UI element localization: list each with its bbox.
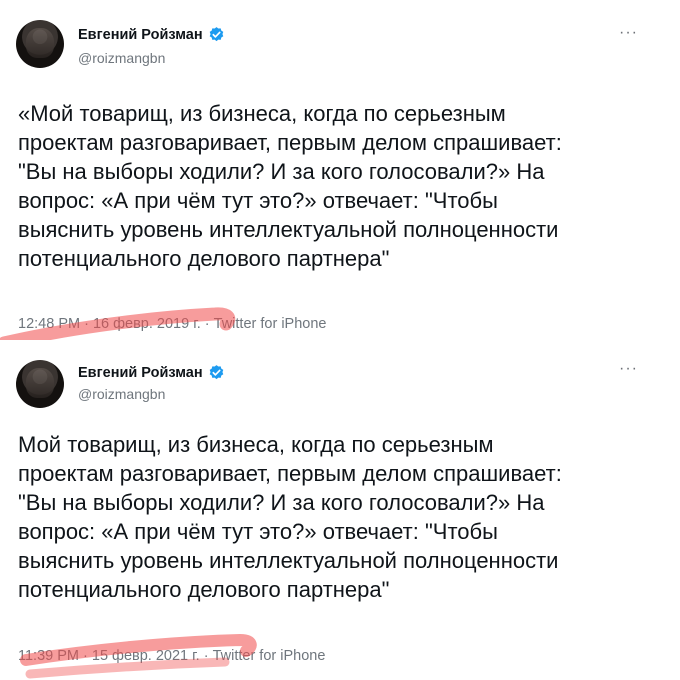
tweet-text-line: проектам разговаривает, первым делом спр… [18, 130, 562, 155]
author-name[interactable]: Евгений Ройзман [78, 27, 203, 43]
tweet-text-line: «Мой товарищ, из бизнеса, когда по серье… [18, 101, 506, 126]
tweet-timestamp[interactable]: 12:48 PM · 16 февр. 2019 г. · Twitter fo… [18, 316, 326, 332]
author-avatar[interactable] [16, 360, 64, 408]
tweet-text: «Мой товарищ, из бизнеса, когда по серье… [18, 99, 668, 273]
tweet-text-line: вопрос: «А при чём тут это?» отвечает: "… [18, 519, 498, 544]
author-name-row: Евгений Ройзман [78, 26, 225, 43]
tweet-text: Мой товарищ, из бизнеса, когда по серьез… [18, 430, 668, 604]
tweet-text-line: потенциального делового партнера" [18, 246, 390, 271]
verified-badge-icon [209, 27, 223, 42]
author-avatar[interactable] [16, 20, 64, 68]
verified-badge-icon [209, 365, 223, 380]
tweet-text-line: вопрос: «А при чём тут это?» отвечает: "… [18, 188, 498, 213]
tweet-text-line: выяснить уровень интеллектуальной полноц… [18, 217, 559, 242]
tweet-text-line: Мой товарищ, из бизнеса, когда по серьез… [18, 432, 494, 457]
more-options-icon[interactable]: ··· [619, 24, 638, 42]
tweet-text-line: "Вы на выборы ходили? И за кого голосова… [18, 490, 545, 515]
more-options-icon[interactable]: ··· [619, 360, 638, 378]
tweet-text-line: выяснить уровень интеллектуальной полноц… [18, 548, 559, 573]
author-name-row: Евгений Ройзман [78, 364, 225, 381]
tweet-text-line: "Вы на выборы ходили? И за кого голосова… [18, 159, 545, 184]
author-handle[interactable]: @roizmangbn [78, 50, 165, 66]
tweet-text-line: проектам разговаривает, первым делом спр… [18, 461, 562, 486]
tweet-card-2021: Евгений Ройзман @roizmangbn ··· Мой това… [0, 340, 680, 680]
tweet-text-line: потенциального делового партнера" [18, 577, 390, 602]
author-name[interactable]: Евгений Ройзман [78, 365, 203, 381]
author-handle[interactable]: @roizmangbn [78, 386, 165, 402]
tweet-card-2019: Евгений Ройзман @roizmangbn ··· «Мой тов… [0, 0, 680, 340]
tweet-timestamp[interactable]: 11:39 PM · 15 февр. 2021 г. · Twitter fo… [18, 648, 325, 664]
